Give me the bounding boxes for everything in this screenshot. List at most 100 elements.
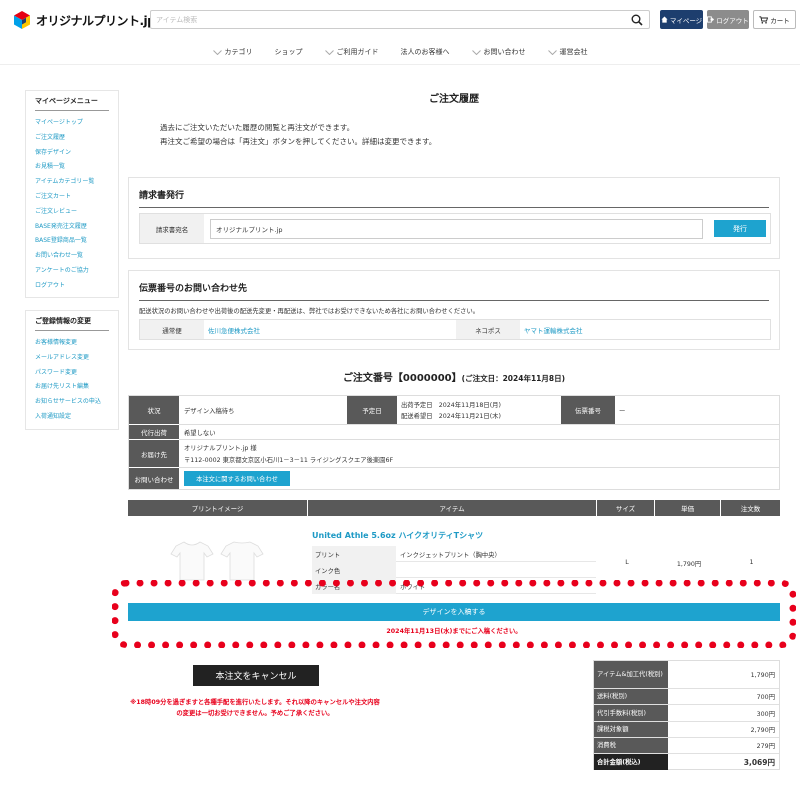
- carrier-row: 通常便 佐川急便株式会社 ネコポス ヤマト運輸株式会社: [139, 319, 771, 340]
- gnav-shop[interactable]: ショップ: [275, 44, 303, 60]
- tracking-value: ー: [619, 407, 626, 415]
- col-item: アイテム: [308, 500, 597, 516]
- tracking-contact-title: 伝票番号のお問い合わせ先: [139, 281, 769, 301]
- sidebar-item-quotes[interactable]: お見積一覧: [35, 160, 109, 175]
- upload-deadline-note: 2024年11月13日(水)までにご入稿ください。: [386, 628, 522, 635]
- mypage-label: マイページ: [669, 16, 703, 25]
- gnav-corporate[interactable]: 法人のお客様へ: [401, 44, 450, 60]
- search-icon[interactable]: [629, 13, 645, 27]
- carrier-link-sagawa[interactable]: 佐川急便株式会社: [208, 320, 260, 339]
- intro-line: 過去にご注文いただいた履歴の閲覧と再注文ができます。: [160, 123, 355, 132]
- global-nav: カテゴリ ショップ ご利用ガイド 法人のお客様へ お問い合わせ 運営会社: [0, 44, 800, 60]
- summary-label: 消費税: [594, 738, 668, 753]
- cancel-warning-line: の変更は一切お受けできません。予めご了承ください。: [176, 710, 334, 717]
- order-heading: ご注文番号【0000000】(ご注文日：2024年11月8日): [128, 369, 780, 384]
- summary-value: 1,790円: [750, 672, 775, 679]
- chevron-down-icon: [471, 49, 481, 55]
- cart-button[interactable]: カート: [753, 10, 796, 29]
- brand-logo-icon[interactable]: [12, 10, 32, 30]
- inquiry-label: お問い合わせ: [129, 468, 179, 489]
- gnav-category[interactable]: カテゴリ: [212, 44, 253, 60]
- cancel-warning: ※18時09分を過ぎますと各種手配を進行いたします。それ以降のキャンセルや注文内…: [110, 697, 400, 719]
- status-label: 状況: [129, 396, 179, 424]
- ship-date: 出荷予定日 2024年11月18日(月): [401, 401, 501, 409]
- tshirt-back-image[interactable]: [220, 540, 264, 582]
- destination-address: 〒112-0002 東京都文京区小石川1－3－11 ライジングスクエア後楽園6F: [184, 456, 394, 464]
- sidebar-item-notifications[interactable]: お知らせサービスの申込: [35, 395, 109, 410]
- sidebar-item-base-orders[interactable]: BASE発売注文履歴: [35, 220, 109, 235]
- col-unit-price: 単価: [655, 500, 721, 516]
- sidebar-item-survey[interactable]: アンケートのご協力: [35, 264, 109, 279]
- summary-value: 300円: [756, 710, 775, 718]
- cod-value: 希望しない: [184, 429, 216, 437]
- order-inquiry-button[interactable]: 本注文に関するお問い合わせ: [184, 471, 290, 486]
- mypage-menu-title: マイページメニュー: [35, 96, 109, 111]
- col-size: サイズ: [597, 500, 655, 516]
- spec-row-print: プリント インクジェットプリント（胸中央）: [312, 546, 596, 562]
- sidebar-item-order-history[interactable]: ご注文履歴: [35, 131, 109, 146]
- brand-name[interactable]: オリジナルプリント.jp: [36, 12, 156, 29]
- sidebar-item-reviews[interactable]: ご注文レビュー: [35, 205, 109, 220]
- item-qty: 1: [749, 559, 754, 566]
- logout-icon: [707, 16, 715, 23]
- invoice-panel: 請求書発行 請求書宛名 発行: [128, 177, 780, 259]
- tshirt-front-image[interactable]: [170, 540, 214, 582]
- header-divider: [0, 64, 800, 65]
- sidebar-item-password[interactable]: パスワード変更: [35, 366, 109, 381]
- chevron-down-icon: [212, 49, 222, 55]
- gnav-label: 法人のお客様へ: [400, 48, 450, 56]
- item-name-link[interactable]: United Athle 5.6oz ハイクオリティTシャツ: [312, 530, 483, 541]
- gnav-guide[interactable]: ご利用ガイド: [324, 44, 379, 60]
- sidebar-item-addresses[interactable]: お届け先リスト編集: [35, 380, 109, 395]
- sidebar-item-customer-info[interactable]: お客様情報変更: [35, 336, 109, 351]
- cancel-order-button[interactable]: 本注文をキャンセル: [193, 665, 319, 686]
- sidebar-item-cart[interactable]: ご注文カート: [35, 190, 109, 205]
- cart-label: カート: [770, 16, 790, 25]
- sidebar-item-logout[interactable]: ログアウト: [35, 279, 109, 294]
- summary-label: 代引手数料(税別): [594, 705, 668, 721]
- sidebar-item-email[interactable]: メールアドレス変更: [35, 351, 109, 366]
- summary-total-label: 合計金額(税込): [594, 754, 668, 770]
- gnav-company[interactable]: 運営会社: [547, 44, 588, 60]
- table-divider: [179, 439, 779, 440]
- summary-label: 送料(税別): [594, 689, 668, 704]
- logout-button[interactable]: ログアウト: [707, 10, 749, 29]
- schedule-label: 予定日: [347, 396, 397, 424]
- account-menu-title: ご登録情報の変更: [35, 316, 109, 331]
- spec-label: インク色: [312, 562, 396, 578]
- cart-icon: [759, 15, 769, 24]
- table-divider: [179, 424, 779, 425]
- sidebar-item-restock[interactable]: 入荷通知設定: [35, 410, 109, 425]
- mypage-menu: マイページメニュー マイページトップ ご注文履歴 保存デザイン お見積一覧 アイ…: [25, 90, 119, 298]
- carrier-label: 通常便: [140, 320, 204, 339]
- search-box: [150, 10, 650, 29]
- invoice-title: 請求書発行: [139, 188, 769, 208]
- cancel-warning-line: ※18時09分を過ぎますと各種手配を進行いたします。それ以降のキャンセルや注文内…: [130, 699, 380, 706]
- col-print-image: プリントイメージ: [128, 500, 308, 516]
- destination-name: オリジナルプリント.jp 様: [184, 444, 257, 452]
- sidebar-item-base-products[interactable]: BASE登録商品一覧: [35, 234, 109, 249]
- summary-total-value: 3,069円: [743, 757, 775, 767]
- order-number: ご注文番号【0000000】: [342, 373, 462, 384]
- sidebar-item-categories[interactable]: アイテムカテゴリー覧: [35, 175, 109, 190]
- delivery-date: 配送希望日 2024年11月21日(木): [401, 412, 501, 420]
- invoice-name-input[interactable]: [210, 219, 703, 239]
- account-menu: ご登録情報の変更 お客様情報変更 メールアドレス変更 パスワード変更 お届け先リ…: [25, 310, 119, 430]
- tracking-label: 伝票番号: [561, 396, 615, 424]
- gnav-contact[interactable]: お問い合わせ: [471, 44, 526, 60]
- price-summary: アイテム&加工代(税別) 1,790円 送料(税別) 700円 代引手数料(税別) 3…: [593, 660, 780, 770]
- summary-label: 課税対象額: [594, 722, 668, 737]
- mypage-button[interactable]: マイページ: [660, 10, 703, 29]
- search-input[interactable]: [151, 11, 621, 28]
- upload-design-button[interactable]: デザインを入稿する: [128, 603, 780, 621]
- issue-invoice-button[interactable]: 発行: [714, 220, 766, 237]
- sidebar-item-inquiries[interactable]: お問い合わせ一覧: [35, 249, 109, 264]
- carrier-link-yamato[interactable]: ヤマト運輸株式会社: [524, 320, 583, 339]
- sidebar-item-saved-designs[interactable]: 保存デザイン: [35, 146, 109, 161]
- invoice-name-label: 請求書宛名: [140, 214, 204, 243]
- gnav-label: ご利用ガイド: [336, 48, 379, 56]
- summary-value: 279円: [756, 743, 775, 750]
- spec-value: インクジェットプリント（胸中央）: [400, 551, 501, 559]
- home-icon: [661, 16, 668, 23]
- sidebar-item-mypage-top[interactable]: マイページトップ: [35, 116, 109, 131]
